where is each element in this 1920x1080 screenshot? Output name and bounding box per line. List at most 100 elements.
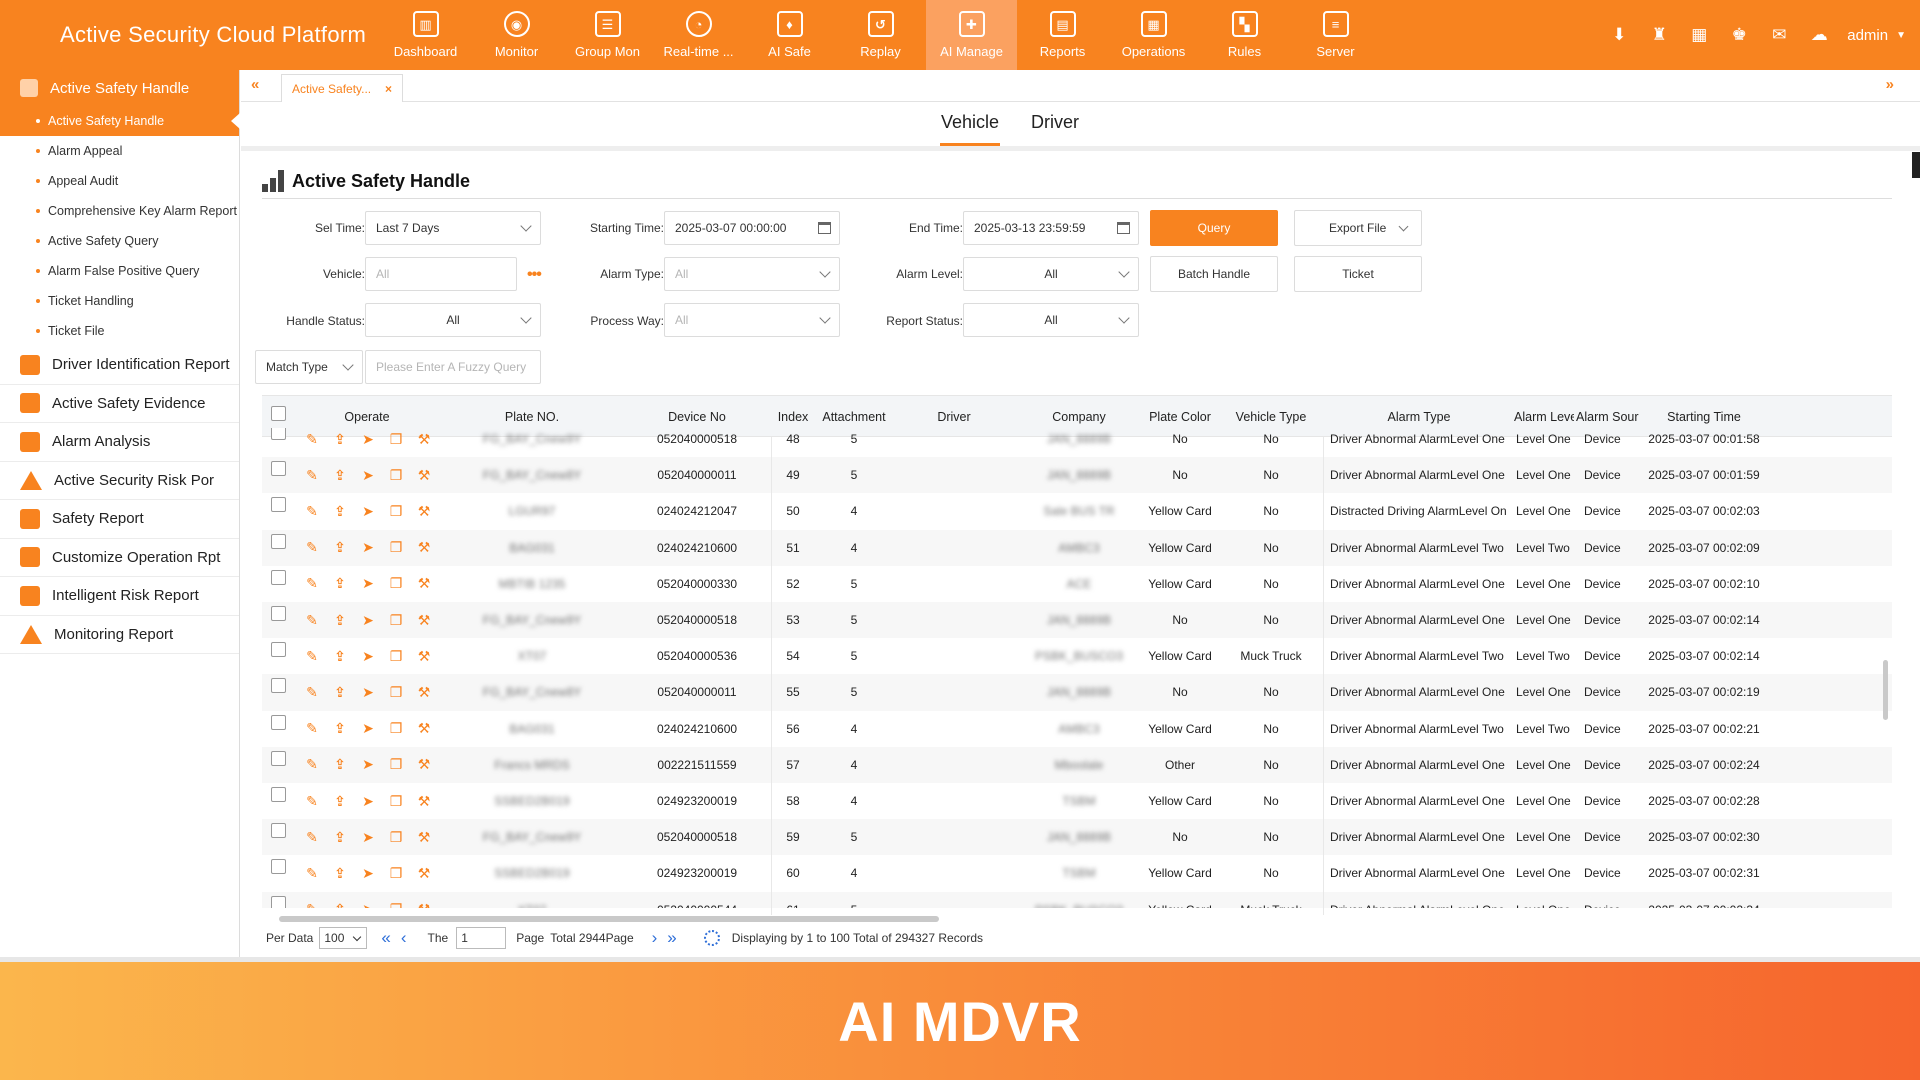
horizontal-scrollbar[interactable] [279,916,939,922]
copy-icon[interactable]: ❐ [388,575,404,592]
row-checkbox[interactable] [271,497,286,513]
copy-icon[interactable]: ❐ [388,612,404,628]
side-handle[interactable] [1912,152,1920,178]
nav-server[interactable]: ≡ Server [1290,0,1381,70]
row-checkbox[interactable] [271,823,286,839]
sidebar-item-alarm-false-positive-query[interactable]: Alarm False Positive Query [0,256,239,286]
table-row[interactable]: ✎ ⇪ ➤ ❐ ⚒ XT07 052040000536 54 5 PSBK_BUSCO3 Yello… [262,638,1892,674]
copy-icon[interactable]: ❐ [388,503,404,519]
send-icon[interactable]: ➤ [360,503,376,519]
report-status-select[interactable]: All [963,303,1139,337]
nav-ai-manage[interactable]: ✚ AI Manage [926,0,1017,70]
copy-icon[interactable]: ❐ [388,539,404,556]
gavel-icon[interactable]: ⚒ [416,575,432,592]
end-time-input[interactable]: 2025-03-13 23:59:59 [963,211,1139,245]
edit-icon[interactable]: ✎ [304,612,320,628]
gavel-icon[interactable]: ⚒ [416,648,432,664]
page-number-input[interactable]: 1 [456,927,507,949]
gavel-icon[interactable]: ⚒ [416,720,432,737]
upload-icon[interactable]: ⇪ [332,503,348,519]
copy-icon[interactable]: ❐ [388,720,404,737]
upload-icon[interactable]: ⇪ [332,756,348,773]
cloud-icon[interactable]: ☁ [1799,25,1839,45]
edit-icon[interactable]: ✎ [304,575,320,592]
send-icon[interactable]: ➤ [360,901,376,908]
copy-icon[interactable]: ❐ [388,756,404,773]
sidebar-group-customize-operation-rpt[interactable]: Customize Operation Rpt [0,539,239,577]
send-icon[interactable]: ➤ [360,539,376,556]
fuzzy-query-input[interactable]: Please Enter A Fuzzy Query [365,350,541,384]
upload-icon[interactable]: ⇪ [332,684,348,700]
process-way-select[interactable]: All [664,303,840,337]
close-icon[interactable]: × [385,82,392,96]
upload-icon[interactable]: ⇪ [332,901,348,908]
send-icon[interactable]: ➤ [360,756,376,773]
sidebar-item-ticket-file[interactable]: Ticket File [0,316,239,346]
select-all-checkbox[interactable] [271,406,286,421]
table-row[interactable]: ✎ ⇪ ➤ ❐ ⚒ FG_BAY_Cnew9Y 052040000518 53 5 JAN_888… [262,602,1892,639]
row-checkbox[interactable] [271,642,286,658]
sidebar-item-ticket-handling[interactable]: Ticket Handling [0,286,239,316]
table-row[interactable]: ✎ ⇪ ➤ ❐ ⚒ SSBED2B019 024923200019 60 4 TSBM Yellow… [262,855,1892,891]
nav-reports[interactable]: ▤ Reports [1017,0,1108,70]
row-checkbox[interactable] [271,461,286,477]
nav-ai-safe[interactable]: ♦ AI Safe [744,0,835,70]
user-menu[interactable]: admin ▼ [1847,27,1906,44]
nav-replay[interactable]: ↺ Replay [835,0,926,70]
gavel-icon[interactable]: ⚒ [416,756,432,773]
table-row[interactable]: ✎ ⇪ ➤ ❐ ⚒ XT07052040000544615 PSBK_BUSCO3Yello… [262,891,1892,908]
sidebar-group-active-safety-evidence[interactable]: Active Safety Evidence [0,385,239,423]
send-icon[interactable]: ➤ [360,684,376,700]
copy-icon[interactable]: ❐ [388,467,404,483]
gavel-icon[interactable]: ⚒ [416,684,432,700]
edit-icon[interactable]: ✎ [304,431,320,447]
send-icon[interactable]: ➤ [360,575,376,592]
table-row[interactable]: ✎ ⇪ ➤ ❐ ⚒ FG_BAY_Cnew9Y 052040000518 48 5 JAN_888… [262,428,1892,457]
send-icon[interactable]: ➤ [360,467,376,483]
sidebar-item-comprehensive-key-alarm-report[interactable]: Comprehensive Key Alarm Report [0,196,239,226]
upload-icon[interactable]: ⇪ [332,612,348,628]
send-icon[interactable]: ➤ [360,865,376,881]
starting-time-input[interactable]: 2025-03-07 00:00:00 [664,211,840,245]
row-checkbox[interactable] [271,428,286,440]
grid-icon[interactable]: ▦ [1679,25,1719,45]
sidebar-item-active-safety-handle[interactable]: Active Safety Handle [0,106,240,136]
table-row[interactable]: ✎ ⇪ ➤ ❐ ⚒ BAG031 024024210600 51 4 AMBC3 Yellow Ca… [262,529,1892,566]
row-checkbox[interactable] [271,606,286,621]
query-button[interactable]: Query [1150,210,1278,246]
sidebar-group-driver-identification-report[interactable]: Driver Identification Report [0,346,239,385]
nav-monitor[interactable]: ◉ Monitor [471,0,562,70]
calendar-icon[interactable] [818,222,831,234]
table-row[interactable]: ✎ ⇪ ➤ ❐ ⚒ LGUR97 024024212047 50 4 Sale BUS TR Yel… [262,493,1892,529]
row-checkbox[interactable] [271,678,286,694]
send-icon[interactable]: ➤ [360,829,376,845]
tab-vehicle[interactable]: Vehicle [940,104,1001,146]
alarm-type-select[interactable]: All [664,257,840,291]
batch-handle-button[interactable]: Batch Handle [1150,256,1278,292]
copy-icon[interactable]: ❐ [388,431,404,447]
table-row[interactable]: ✎ ⇪ ➤ ❐ ⚒ MBTIB 1235 052040000330 52 5 ACE Yellow … [262,566,1892,602]
upload-icon[interactable]: ⇪ [332,720,348,737]
expand-tabs-icon[interactable]: » [1886,76,1894,93]
table-row[interactable]: ✎ ⇪ ➤ ❐ ⚒ SSBED2B019 024923200019 58 4 TSBM Yellow… [262,783,1892,819]
per-data-select[interactable]: 100 [319,927,368,949]
upload-icon[interactable]: ⇪ [332,539,348,556]
gavel-icon[interactable]: ⚒ [416,612,432,628]
send-icon[interactable]: ➤ [360,720,376,737]
edit-icon[interactable]: ✎ [304,865,320,881]
shirt-icon[interactable]: ♚ [1719,25,1759,45]
edit-icon[interactable]: ✎ [304,684,320,700]
nav-rules[interactable]: ▚ Rules [1199,0,1290,70]
copy-icon[interactable]: ❐ [388,648,404,664]
gavel-icon[interactable]: ⚒ [416,431,432,447]
table-row[interactable]: ✎ ⇪ ➤ ❐ ⚒ FG_BAY_Cnew9Y 052040000518 59 5 JAN_888… [262,819,1892,856]
gavel-icon[interactable]: ⚒ [416,901,432,908]
gavel-icon[interactable]: ⚒ [416,467,432,483]
upload-icon[interactable]: ⇪ [332,793,348,809]
table-row[interactable]: ✎ ⇪ ➤ ❐ ⚒ FG_BAY_Cnew8Y 052040000011 55 5 JAN_888… [262,674,1892,711]
sidebar-item-alarm-appeal[interactable]: Alarm Appeal [0,136,239,166]
alarm-icon[interactable]: ♜ [1639,25,1679,45]
table-row[interactable]: ✎ ⇪ ➤ ❐ ⚒ FG_BAY_Cnew8Y 052040000011 49 5 JAN_888… [262,457,1892,494]
row-checkbox[interactable] [271,750,286,766]
copy-icon[interactable]: ❐ [388,684,404,700]
